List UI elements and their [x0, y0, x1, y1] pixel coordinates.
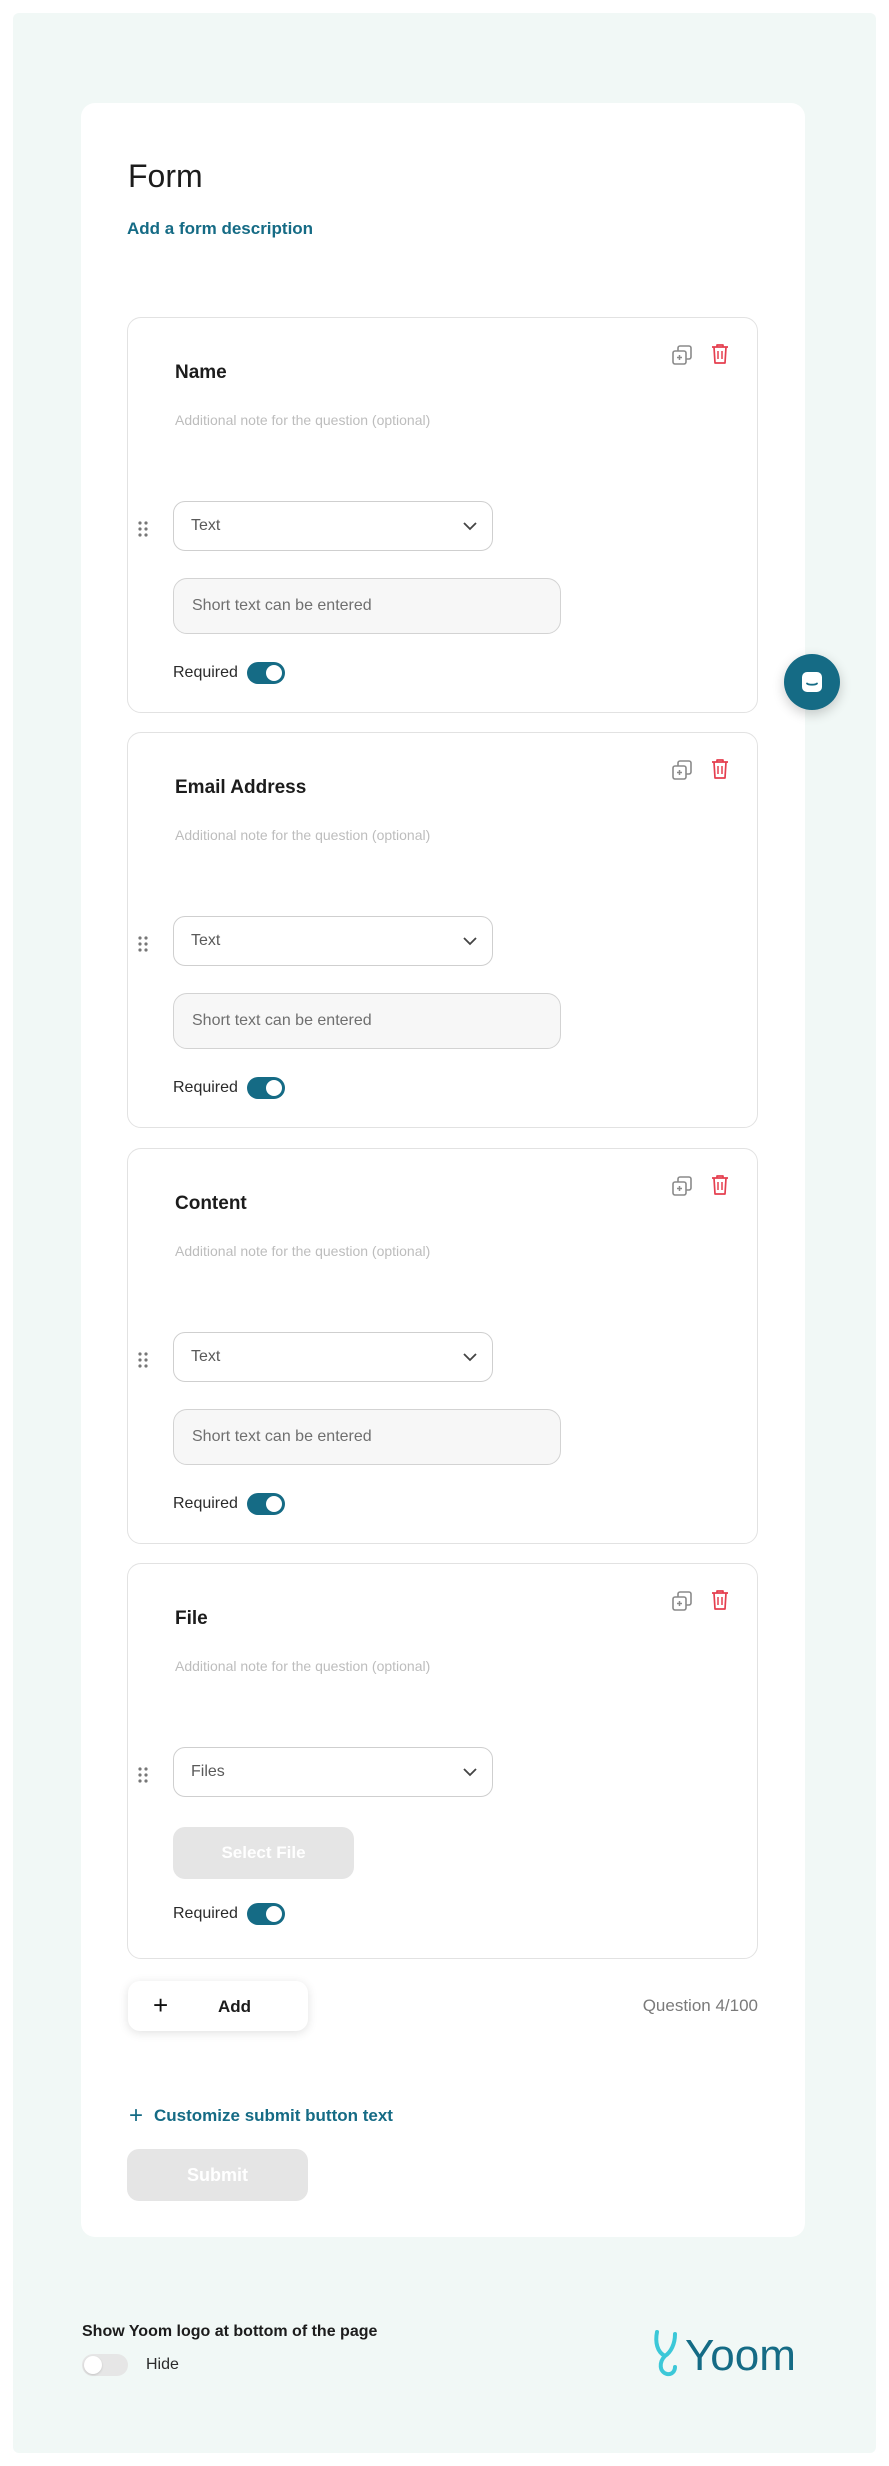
submit-button[interactable]: Submit — [127, 2149, 308, 2201]
drag-handle-icon[interactable] — [137, 520, 149, 538]
question-note[interactable]: Additional note for the question (option… — [175, 412, 430, 428]
required-row: Required — [173, 662, 285, 684]
copy-icon[interactable] — [671, 759, 693, 781]
chevron-down-icon — [463, 1768, 477, 1777]
add-question-label: Add — [218, 1997, 252, 2016]
required-label: Required — [173, 664, 238, 681]
question-type-select[interactable]: Text — [173, 1332, 493, 1382]
add-form-description-link[interactable]: Add a form description — [127, 219, 313, 239]
required-label: Required — [173, 1079, 238, 1096]
drag-handle-icon[interactable] — [137, 935, 149, 953]
question-type-select[interactable]: Text — [173, 501, 493, 551]
question-title[interactable]: Name — [175, 362, 227, 384]
question-type-value: Text — [191, 932, 221, 949]
answer-preview-input[interactable] — [173, 1409, 561, 1465]
show-logo-toggle[interactable] — [82, 2354, 128, 2376]
chevron-down-icon — [463, 1353, 477, 1362]
required-toggle[interactable] — [246, 1077, 285, 1099]
required-toggle[interactable] — [246, 662, 285, 684]
yoom-logo: Yoom — [651, 2328, 796, 2378]
question-type-value: Text — [191, 517, 221, 534]
chevron-down-icon — [463, 937, 477, 946]
question-card-name[interactable]: Name Additional note for the question (o… — [127, 317, 758, 713]
question-type-value: Text — [191, 1348, 221, 1365]
question-type-select[interactable]: Text — [173, 916, 493, 966]
yoom-logo-wordmark: Yoom — [685, 2331, 796, 2380]
copy-icon[interactable] — [671, 1590, 693, 1612]
trash-icon[interactable] — [709, 1173, 731, 1197]
copy-icon[interactable] — [671, 1175, 693, 1197]
form-title[interactable]: Form — [128, 158, 203, 195]
question-title[interactable]: Content — [175, 1193, 247, 1215]
customize-submit-text-link[interactable]: + Customize submit button text — [129, 2102, 393, 2129]
question-type-select[interactable]: Files — [173, 1747, 493, 1797]
required-label: Required — [173, 1905, 238, 1922]
logo-setting-row: Hide — [82, 2354, 179, 2376]
answer-preview-input[interactable] — [173, 578, 561, 634]
required-row: Required — [173, 1903, 285, 1925]
required-row: Required — [173, 1077, 285, 1099]
logo-setting-label: Show Yoom logo at bottom of the page — [82, 2323, 378, 2340]
required-row: Required — [173, 1493, 285, 1515]
required-label: Required — [173, 1495, 238, 1512]
trash-icon[interactable] — [709, 757, 731, 781]
yoom-logo-mark-icon — [654, 2330, 677, 2377]
question-title[interactable]: File — [175, 1608, 208, 1630]
question-note[interactable]: Additional note for the question (option… — [175, 827, 430, 843]
plus-icon: + — [129, 2102, 144, 2129]
trash-icon[interactable] — [709, 342, 731, 366]
plus-icon: + — [153, 1990, 169, 2020]
question-count: Question 4/100 — [642, 1996, 758, 2015]
add-question-button[interactable]: + Add — [128, 1981, 308, 2031]
question-card-email-address[interactable]: Email Address Additional note for the qu… — [127, 732, 758, 1128]
question-card-content[interactable]: Content Additional note for the question… — [127, 1148, 758, 1544]
question-note[interactable]: Additional note for the question (option… — [175, 1243, 430, 1259]
question-card-file[interactable]: File Additional note for the question (o… — [127, 1563, 758, 1959]
required-toggle[interactable] — [246, 1903, 285, 1925]
chat-icon — [802, 672, 822, 692]
question-type-value: Files — [191, 1763, 225, 1780]
drag-handle-icon[interactable] — [137, 1766, 149, 1784]
drag-handle-icon[interactable] — [137, 1351, 149, 1369]
customize-submit-text-label: Customize submit button text — [154, 2106, 393, 2125]
copy-icon[interactable] — [671, 344, 693, 366]
select-file-button[interactable]: Select File — [173, 1827, 354, 1879]
answer-preview-input[interactable] — [173, 993, 561, 1049]
question-title[interactable]: Email Address — [175, 777, 306, 799]
chevron-down-icon — [463, 522, 477, 531]
show-logo-toggle-label: Hide — [146, 2356, 179, 2373]
question-note[interactable]: Additional note for the question (option… — [175, 1658, 430, 1674]
required-toggle[interactable] — [246, 1493, 285, 1515]
trash-icon[interactable] — [709, 1588, 731, 1612]
chat-button[interactable] — [784, 654, 840, 710]
